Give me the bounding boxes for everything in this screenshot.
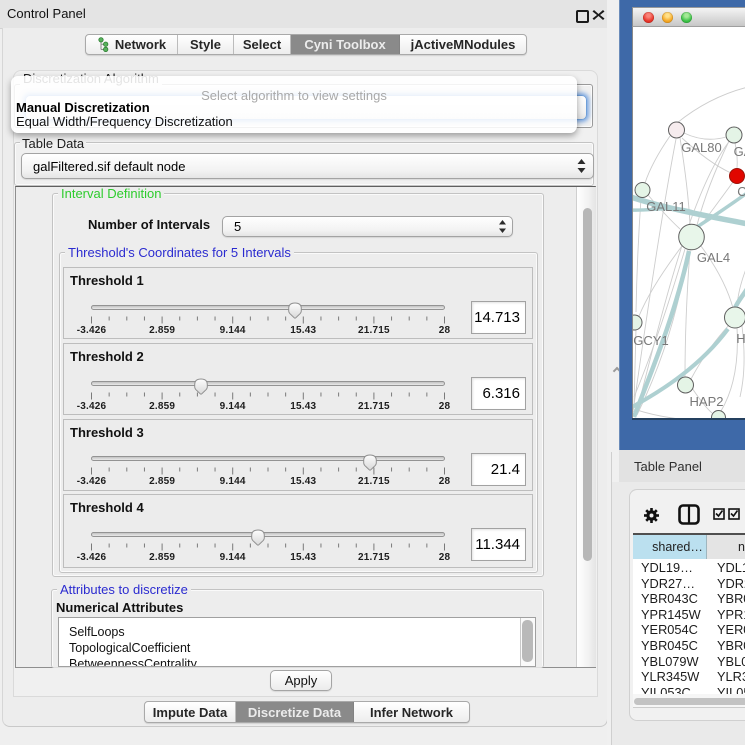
svg-text:C: C	[737, 184, 745, 199]
svg-text:H: H	[736, 331, 745, 346]
svg-text:GAL80: GAL80	[681, 140, 721, 155]
svg-text:GCY1: GCY1	[633, 333, 668, 348]
svg-text:GA: GA	[734, 144, 745, 159]
svg-text:HAP2: HAP2	[690, 394, 724, 409]
svg-text:GAL4: GAL4	[697, 250, 730, 265]
svg-text:GAL11: GAL11	[646, 199, 686, 214]
